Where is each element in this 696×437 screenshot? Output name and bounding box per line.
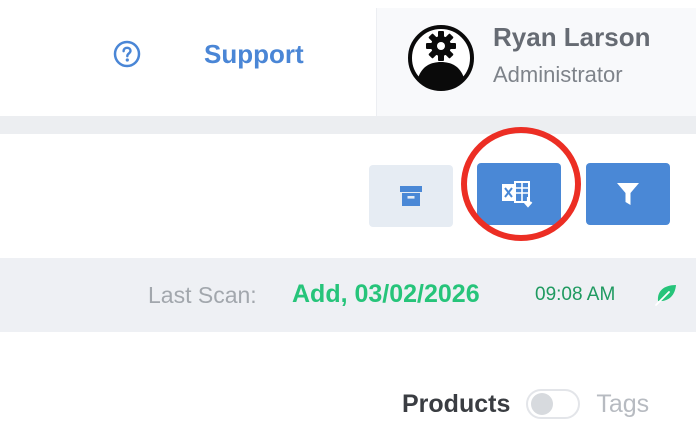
header-divider bbox=[0, 116, 696, 134]
top-bar: Support Ryan Larson Administrator bbox=[0, 0, 696, 118]
excel-download-icon bbox=[502, 181, 533, 208]
toggle-label-tags: Tags bbox=[596, 390, 650, 418]
view-toggle: Products Tags bbox=[402, 384, 649, 424]
filter-button[interactable] bbox=[586, 163, 670, 225]
funnel-icon bbox=[617, 183, 639, 205]
last-scan-date: Add, 03/02/2026 bbox=[292, 280, 480, 308]
switch-knob bbox=[531, 393, 554, 415]
support-link[interactable]: Support bbox=[112, 36, 304, 72]
leaf-icon bbox=[655, 285, 676, 306]
toggle-label-products: Products bbox=[402, 390, 511, 418]
products-tags-switch[interactable] bbox=[526, 389, 581, 419]
archive-box-icon bbox=[400, 186, 422, 206]
user-menu[interactable]: Ryan Larson Administrator bbox=[376, 8, 696, 116]
help-circle-icon bbox=[113, 40, 141, 68]
archive-button[interactable] bbox=[369, 165, 453, 227]
last-scan-bar: Last Scan: Add, 03/02/2026 09:08 AM bbox=[0, 258, 696, 332]
last-scan-time: 09:08 AM bbox=[535, 284, 616, 305]
export-excel-button[interactable] bbox=[477, 163, 561, 225]
user-name: Ryan Larson bbox=[493, 22, 651, 52]
user-role: Administrator bbox=[493, 62, 623, 87]
user-gear-avatar-icon bbox=[408, 25, 474, 91]
last-scan-label: Last Scan: bbox=[148, 282, 257, 308]
support-label: Support bbox=[204, 39, 304, 69]
